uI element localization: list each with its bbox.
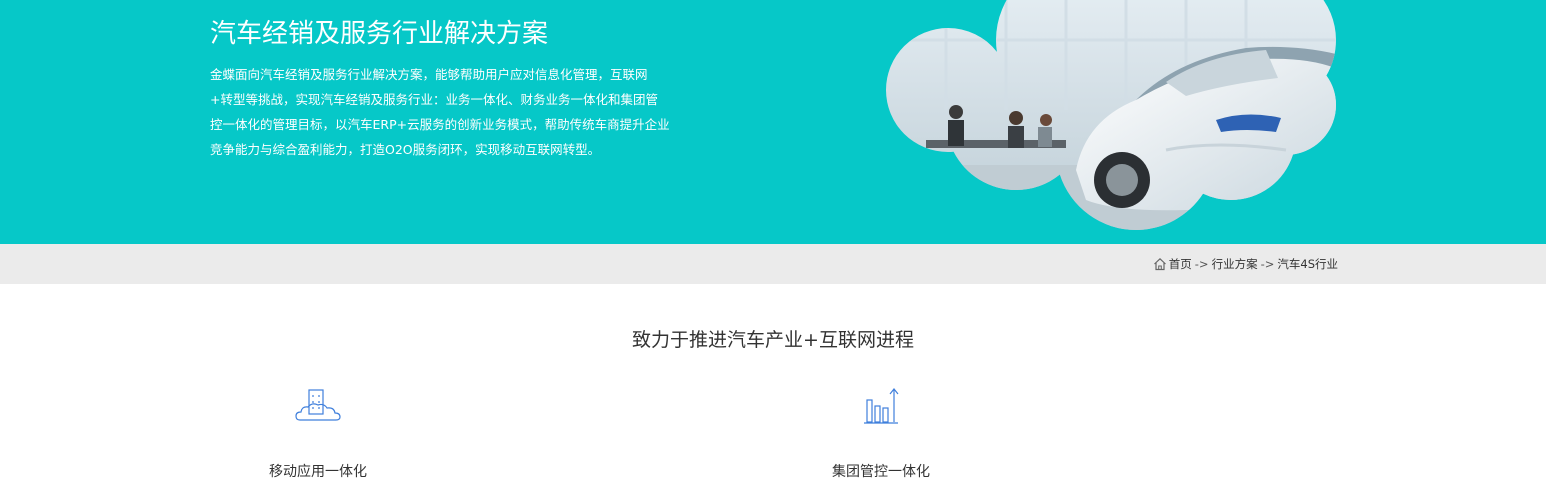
breadcrumb-bar: 首页 -> 行业方案 -> 汽车4S行业	[0, 244, 1546, 284]
feature-group-management: 集团管控一体化	[801, 386, 961, 482]
breadcrumb-industry-solutions-link[interactable]: 行业方案	[1212, 256, 1258, 272]
breadcrumb: 首页 -> 行业方案 -> 汽车4S行业	[1153, 244, 1338, 284]
feature-label: 移动应用一体化	[269, 464, 367, 480]
hero-banner: 汽车经销及服务行业解决方案 金蝶面向汽车经销及服务行业解决方案，能够帮助用户应对…	[0, 0, 1546, 244]
cloud-building-icon	[295, 389, 341, 421]
bar-chart-growth-icon	[864, 388, 899, 424]
feature-mobile-apps: 移动应用一体化	[238, 386, 398, 482]
feature-label: 集团管控一体化	[832, 464, 930, 480]
hero-title: 汽车经销及服务行业解决方案	[210, 19, 549, 49]
car-showroom-cloud-image	[886, 0, 1336, 230]
section-title: 致力于推进汽车产业+互联网进程	[632, 329, 914, 351]
breadcrumb-separator: ->	[1194, 257, 1209, 271]
breadcrumb-home-link[interactable]: 首页	[1169, 256, 1192, 272]
breadcrumb-current-page[interactable]: 汽车4S行业	[1277, 256, 1338, 272]
hero-description: 金蝶面向汽车经销及服务行业解决方案，能够帮助用户应对信息化管理，互联网+转型等挑…	[210, 67, 670, 157]
home-icon[interactable]	[1153, 257, 1167, 271]
breadcrumb-separator: ->	[1260, 257, 1275, 271]
